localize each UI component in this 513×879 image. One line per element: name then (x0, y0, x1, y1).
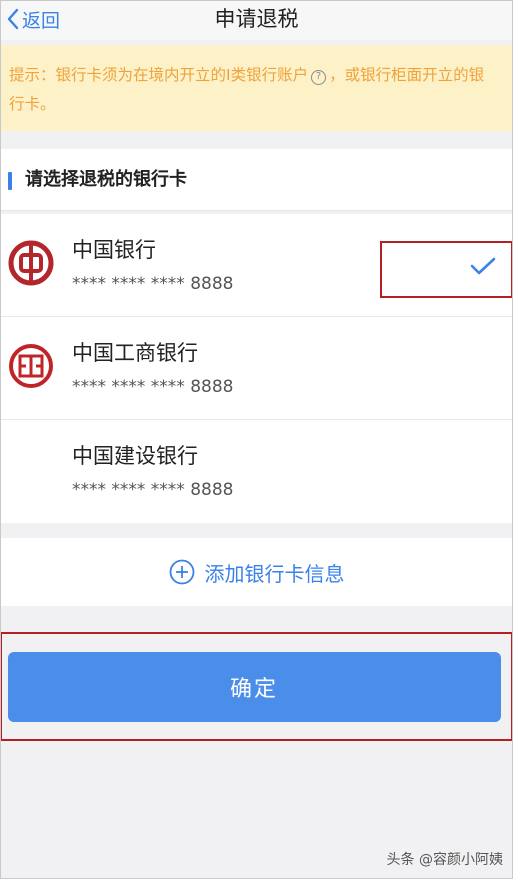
bank-name: 中国建设银行 (72, 444, 198, 468)
bank-row-ccb[interactable]: 中国建设银行 **** **** **** 8888 (0, 420, 513, 523)
help-icon[interactable]: ? (311, 70, 327, 85)
selected-check-area[interactable] (380, 241, 513, 298)
page-title: 申请退税 (214, 7, 299, 31)
bank-row-icbc[interactable]: 中国工商银行 **** **** **** 8888 (0, 317, 513, 420)
bank-name: 中国银行 (72, 238, 156, 262)
checkmark-icon (470, 257, 496, 275)
bank-of-china-icon (8, 240, 54, 286)
section-header: 请选择退税的银行卡 (0, 149, 513, 211)
bank-card-number: **** **** **** 8888 (72, 480, 234, 500)
section-accent-bar (8, 172, 12, 190)
add-bank-card-button[interactable]: 添加银行卡信息 (0, 538, 513, 606)
notice-text-before: 提示：银行卡须为在境内开立的I类银行账户 (9, 66, 309, 84)
add-bank-card-label: 添加银行卡信息 (204, 561, 345, 586)
plus-circle-icon (169, 559, 194, 585)
icbc-icon (9, 344, 53, 388)
confirm-button[interactable]: 确定 (7, 652, 501, 722)
notice-banner: 提示：银行卡须为在境内开立的I类银行账户? ，或银行柜面开立的银行卡。 (0, 45, 513, 131)
bank-card-list: 中国银行 **** **** **** 8888 中国工商银行 **** ***… (0, 214, 513, 523)
confirm-highlight: 确定 (0, 632, 513, 741)
bank-name: 中国工商银行 (72, 341, 198, 365)
bank-card-number: **** **** **** 8888 (72, 377, 234, 397)
section-title: 请选择退税的银行卡 (25, 169, 187, 190)
bank-row-boc[interactable]: 中国银行 **** **** **** 8888 (0, 214, 513, 317)
bank-card-number: **** **** **** 8888 (72, 274, 234, 294)
watermark: 头条 @容颜小阿姨 (386, 852, 503, 868)
nav-bar: 返回 申请退税 (0, 0, 513, 40)
